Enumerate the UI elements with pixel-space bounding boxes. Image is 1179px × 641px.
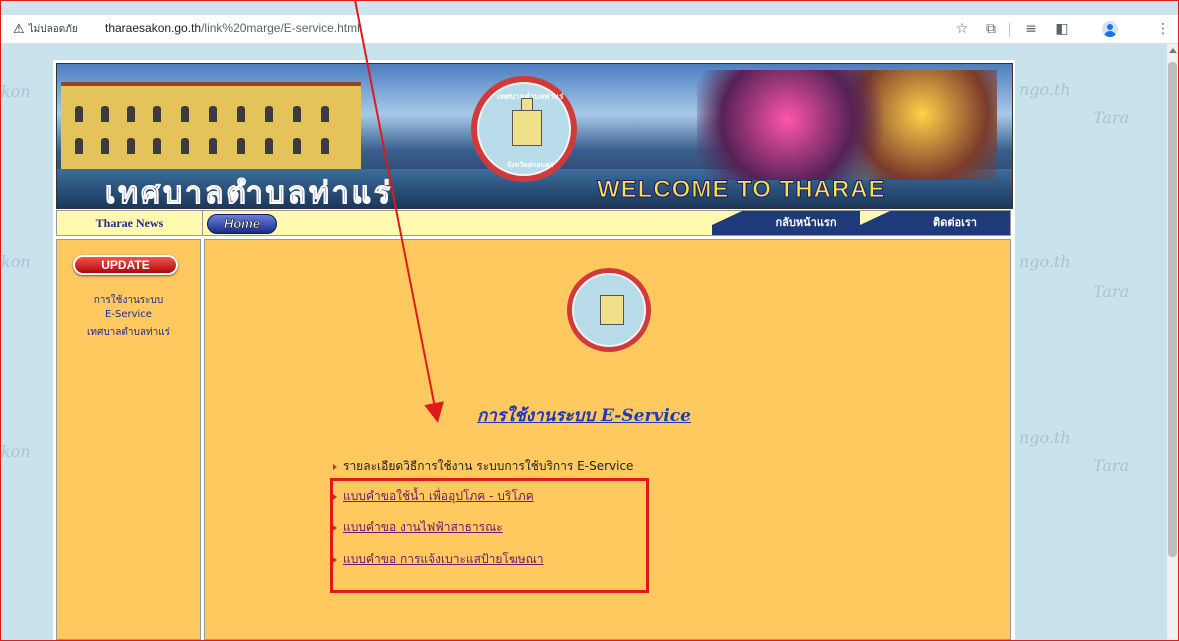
municipality-logo (567, 268, 651, 352)
vertical-scrollbar[interactable] (1167, 44, 1178, 640)
sidebar-link-eservice[interactable]: E-Service (57, 309, 200, 320)
security-indicator[interactable]: ⚠ ไม่ปลอดภัย (13, 20, 78, 38)
church-icon (600, 295, 624, 325)
nav-tab-label: กลับหน้าแรก (775, 216, 837, 229)
watermark: kon (1, 82, 31, 101)
scrollbar-thumb[interactable] (1168, 62, 1177, 557)
star-icon[interactable]: ☆ (952, 19, 972, 39)
banner-building-image (61, 86, 361, 181)
watermark: ngo.th (1019, 80, 1071, 99)
page-heading[interactable]: การใช้งานระบบ E-Service (477, 402, 691, 429)
seal-bottom-text: จังหวัดสกลนคร (507, 161, 554, 169)
nav-tab-contact[interactable]: ติดต่อเรา (860, 211, 1010, 235)
watermark: Tara (1093, 282, 1130, 301)
sidebar-link-eservice[interactable]: เทศบาลตำบลท่าแร่ (57, 325, 200, 340)
top-nav: Tharae News Home กลับหน้าแรก ติดต่อเรา (56, 210, 1011, 236)
security-label: ไม่ปลอดภัย (28, 23, 78, 35)
menu-icon[interactable]: ⋮ (1153, 19, 1173, 39)
church-icon (512, 110, 542, 146)
intro-text: รายละเอียดวิธีการใช้งาน ระบบการใช้บริการ… (343, 459, 634, 473)
left-sidebar: UPDATE การใช้งานระบบ E-Service เทศบาลตำบ… (56, 239, 201, 640)
banner-title-english: WELCOME TO THARAE (597, 176, 886, 204)
url-host: tharaesakon.go.th (105, 21, 202, 35)
media-icon[interactable]: ≡ (1021, 19, 1041, 39)
profile-icon[interactable] (1102, 21, 1118, 37)
highlight-box (330, 478, 649, 593)
sidebar-link-eservice[interactable]: การใช้งานระบบ (57, 293, 200, 308)
scroll-up-icon[interactable] (1169, 48, 1177, 53)
watermark: Tara (1093, 108, 1130, 127)
nav-tab-label: ติดต่อเรา (933, 216, 977, 229)
watermark: Tara (1093, 456, 1130, 475)
banner-star-lanterns-image (697, 70, 997, 180)
update-badge: UPDATE (73, 255, 178, 275)
nav-tab-back-home[interactable]: กลับหน้าแรก (712, 211, 860, 235)
url-path: /link%20marge/E-service.html (201, 21, 360, 35)
browser-toolbar: ⚠ ไม่ปลอดภัย tharaesakon.go.th/link%20ma… (1, 15, 1178, 44)
watermark: ngo.th (1019, 428, 1071, 447)
banner-title-thai: เทศบาลตำบลท่าแร่ (104, 176, 394, 209)
watermark: kon (1, 442, 31, 461)
municipality-seal: เทศบาลตำบลท่าแร่ จังหวัดสกลนคร (471, 76, 577, 182)
tharae-news-link[interactable]: Tharae News (57, 211, 203, 235)
warning-icon: ⚠ (13, 21, 25, 37)
intro-item: รายละเอียดวิธีการใช้งาน ระบบการใช้บริการ… (333, 457, 633, 476)
site-banner: เทศบาลตำบลท่าแร่ จังหวัดสกลนคร เทศบาลตำบ… (56, 63, 1013, 209)
sidepanel-icon[interactable]: ◧ (1052, 19, 1072, 39)
home-button[interactable]: Home (207, 214, 277, 234)
watermark: kon (1, 252, 31, 271)
address-bar[interactable]: tharaesakon.go.th/link%20marge/E-service… (105, 21, 360, 35)
toolbar-divider (1009, 23, 1010, 37)
watermark: ngo.th (1019, 252, 1071, 271)
extension-icon[interactable]: ⧉ (981, 19, 1001, 39)
bullet-arrow-icon (333, 463, 337, 470)
